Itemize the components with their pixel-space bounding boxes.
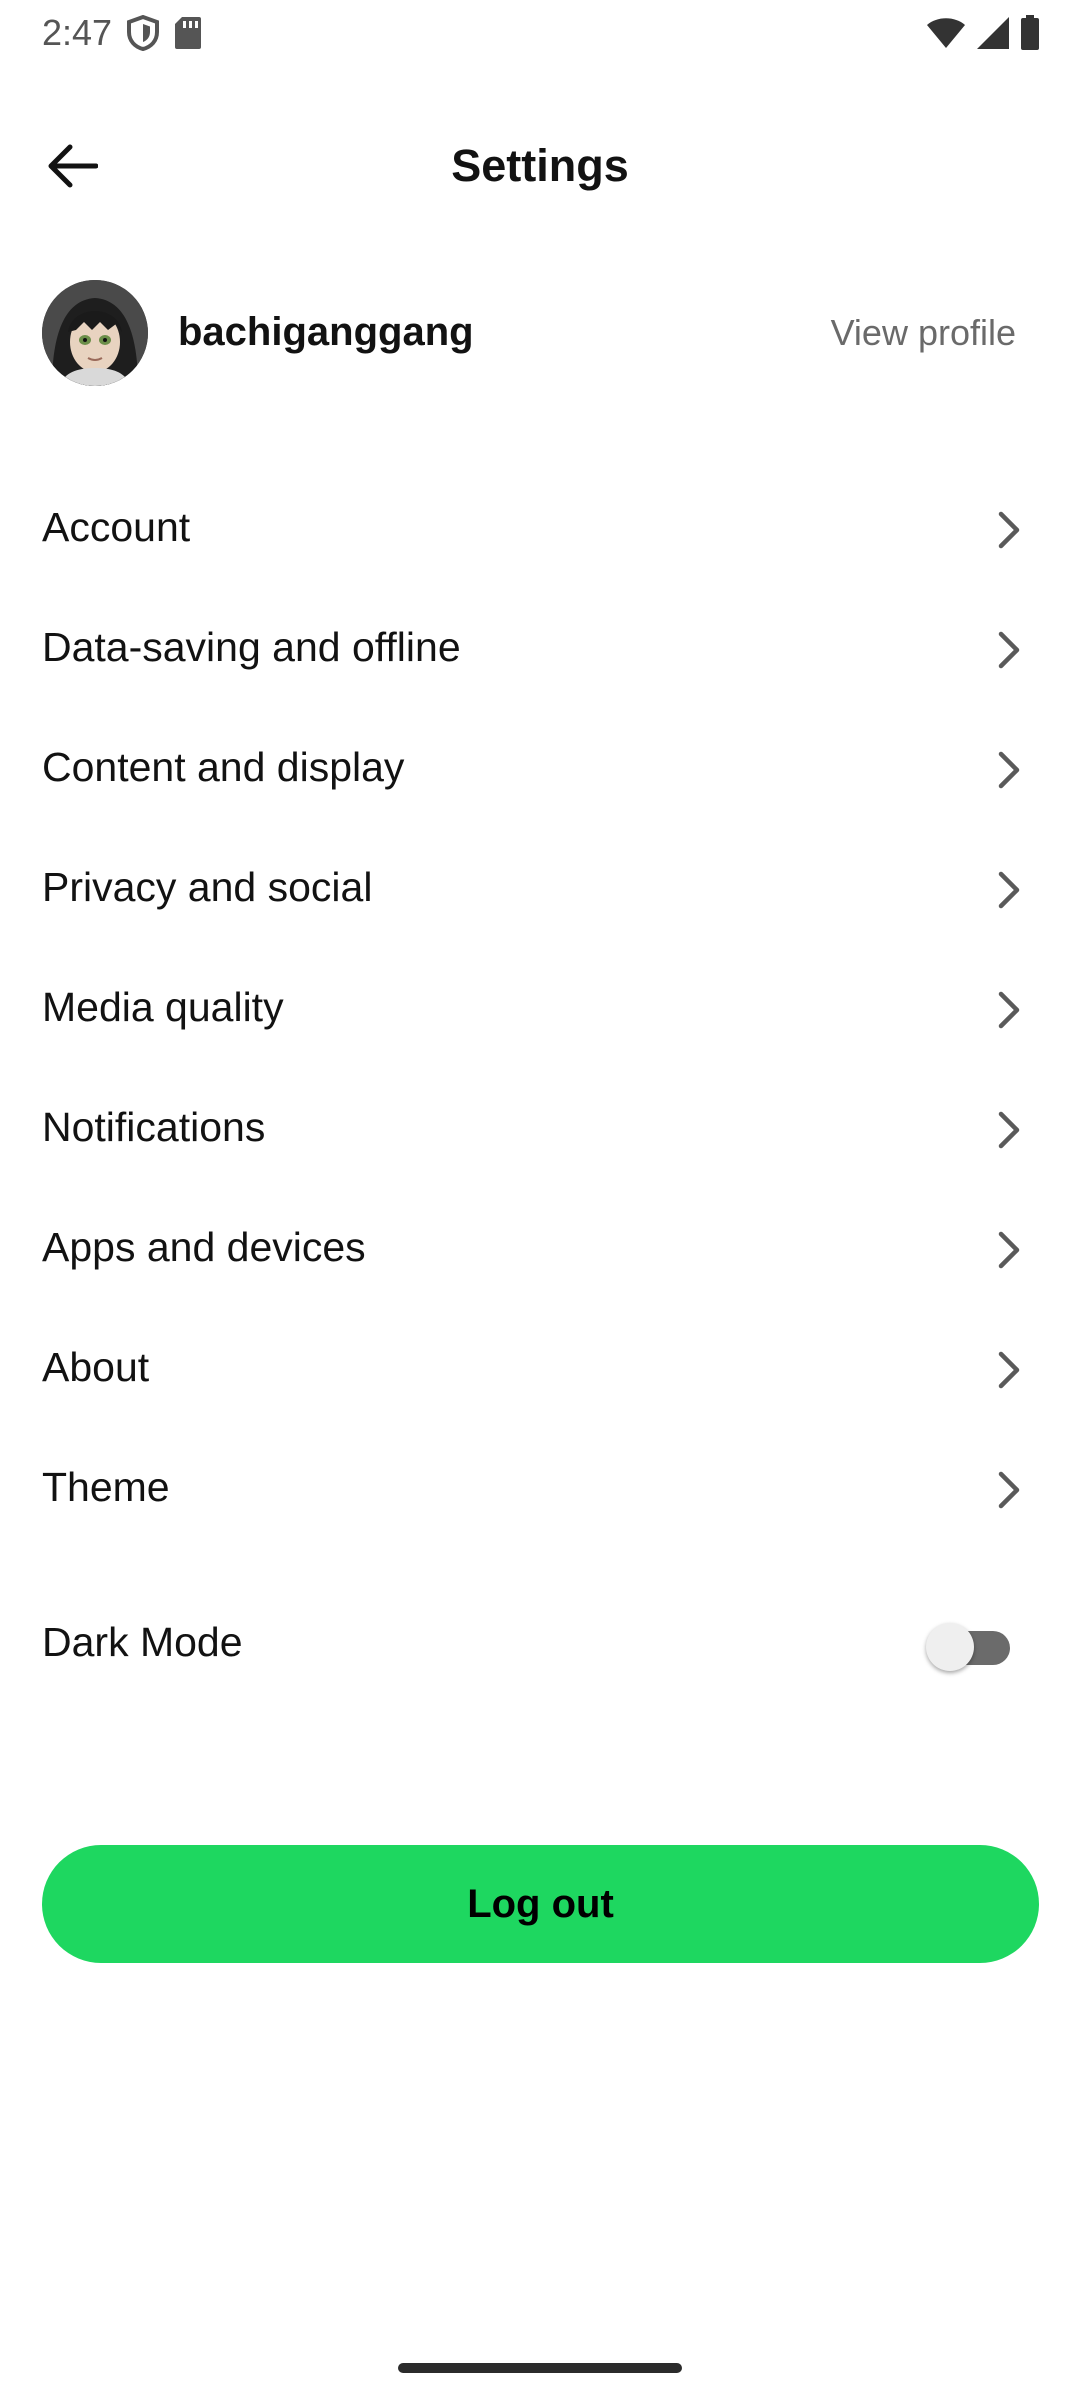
- settings-list: Account Data-saving and offline Content …: [0, 470, 1080, 1550]
- chevron-right-icon: [986, 868, 1030, 912]
- toggle-thumb: [926, 1623, 974, 1671]
- dark-mode-toggle[interactable]: [926, 1623, 1010, 1671]
- chevron-right-icon: [986, 628, 1030, 672]
- settings-item-label: Theme: [42, 1464, 170, 1510]
- settings-item-label: Account: [42, 504, 191, 550]
- status-left: 2:47: [42, 12, 202, 54]
- settings-item-content-display[interactable]: Content and display: [0, 710, 1080, 830]
- cell-signal-icon: [976, 16, 1010, 50]
- shield-icon: [126, 15, 160, 51]
- view-profile-link[interactable]: View profile: [831, 312, 1016, 354]
- page-title: Settings: [451, 140, 629, 191]
- dark-mode-label: Dark Mode: [42, 1619, 243, 1665]
- chevron-right-icon: [986, 1348, 1030, 1392]
- settings-item-label: Apps and devices: [42, 1224, 366, 1270]
- status-bar: 2:47: [0, 0, 1080, 66]
- settings-item-theme[interactable]: Theme: [0, 1430, 1080, 1550]
- wifi-icon: [926, 17, 966, 49]
- gesture-navigation-bar[interactable]: [398, 2363, 682, 2373]
- sd-card-icon: [174, 16, 202, 50]
- settings-item-data-saving[interactable]: Data-saving and offline: [0, 590, 1080, 710]
- logout-label: Log out: [467, 1881, 614, 1926]
- status-right: [926, 15, 1040, 51]
- settings-item-label: Notifications: [42, 1104, 266, 1150]
- settings-item-media-quality[interactable]: Media quality: [0, 950, 1080, 1070]
- settings-item-label: Media quality: [42, 984, 284, 1030]
- settings-screen: 2:47 Settings bachiganggang View profile…: [0, 0, 1080, 2400]
- settings-item-label: About: [42, 1344, 150, 1390]
- dark-mode-row: Dark Mode: [0, 1585, 1080, 1705]
- settings-item-about[interactable]: About: [0, 1310, 1080, 1430]
- chevron-right-icon: [986, 1228, 1030, 1272]
- logout-button[interactable]: Log out: [42, 1845, 1039, 1963]
- settings-item-account[interactable]: Account: [0, 470, 1080, 590]
- settings-item-label: Data-saving and offline: [42, 624, 461, 670]
- settings-item-label: Privacy and social: [42, 864, 373, 910]
- settings-item-privacy-social[interactable]: Privacy and social: [0, 830, 1080, 950]
- status-time: 2:47: [42, 12, 113, 53]
- avatar[interactable]: [42, 280, 148, 386]
- profile-row[interactable]: bachiganggang View profile: [0, 270, 1080, 400]
- username: bachiganggang: [178, 310, 474, 354]
- chevron-right-icon: [986, 1108, 1030, 1152]
- header: Settings: [0, 110, 1080, 220]
- chevron-right-icon: [986, 748, 1030, 792]
- chevron-right-icon: [986, 508, 1030, 552]
- chevron-right-icon: [986, 1468, 1030, 1512]
- battery-icon: [1020, 15, 1040, 51]
- settings-item-apps-devices[interactable]: Apps and devices: [0, 1190, 1080, 1310]
- chevron-right-icon: [986, 988, 1030, 1032]
- settings-item-notifications[interactable]: Notifications: [0, 1070, 1080, 1190]
- settings-item-label: Content and display: [42, 744, 405, 790]
